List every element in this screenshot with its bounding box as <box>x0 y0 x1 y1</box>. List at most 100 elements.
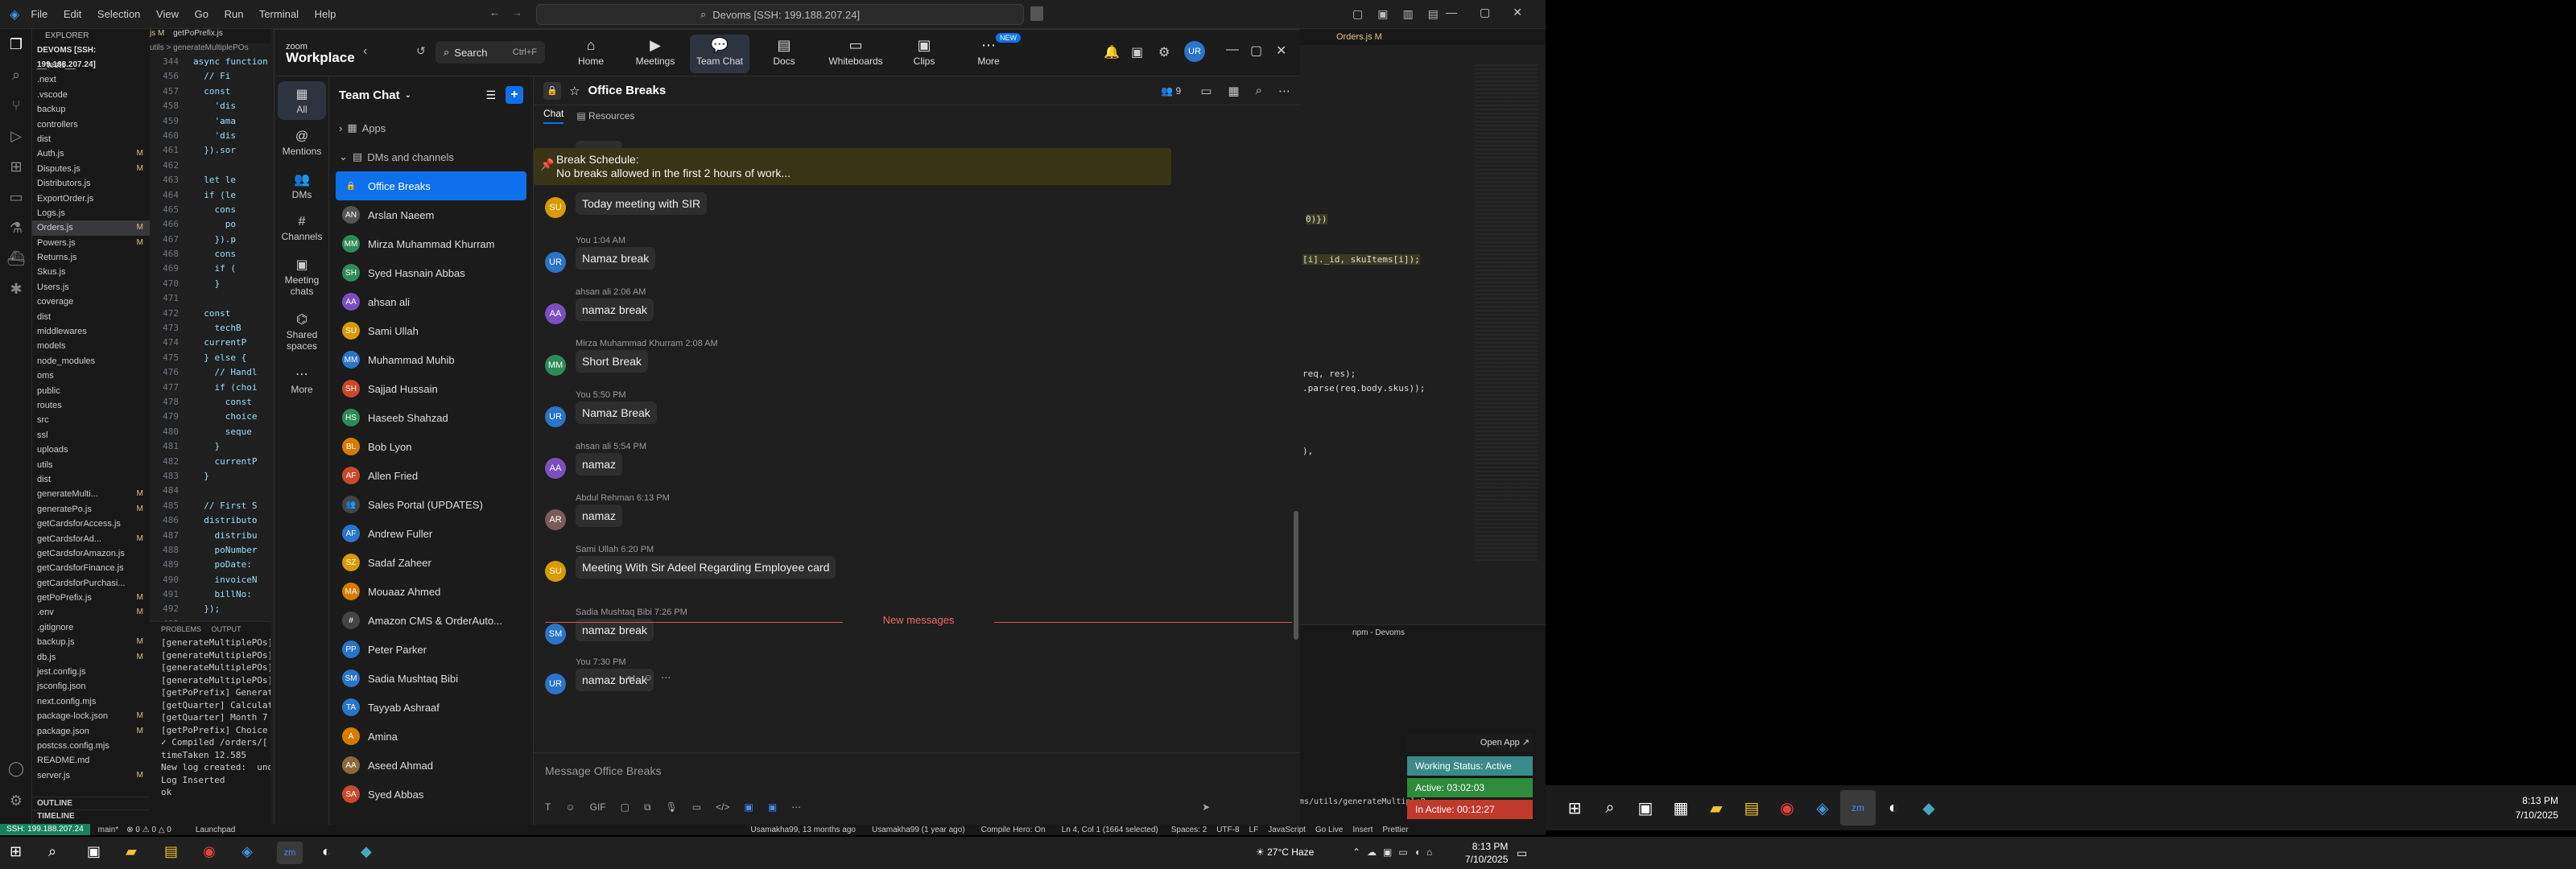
send-icon[interactable]: ➤ <box>1202 801 1210 813</box>
channel-item[interactable]: MM Mirza Muhammad Khurram <box>329 229 533 258</box>
app-icon[interactable]: ◆ <box>1911 790 1946 826</box>
file-tree-item[interactable]: getCardsforFinance.js <box>32 561 150 575</box>
file-tree-item[interactable]: Returns.js <box>32 250 150 265</box>
file-tree-item[interactable]: Auth.js M <box>32 146 150 161</box>
menu-help[interactable]: Help <box>315 8 336 20</box>
launchpad-label[interactable]: Launchpad <box>196 826 236 834</box>
store-icon[interactable]: ▤ <box>164 843 178 860</box>
file-tree-item[interactable]: .env M <box>32 605 150 620</box>
channel-item[interactable]: HS Haseeb Shahzad <box>329 403 533 432</box>
remote-explorer-icon[interactable]: ▭ <box>0 182 32 212</box>
run-debug-icon[interactable]: ▷ <box>0 121 32 151</box>
file-tree-item[interactable]: package-lock.json M <box>32 709 150 723</box>
breadcrumb[interactable]: utils > generateMultiplePOs <box>150 43 270 55</box>
file-explorer-icon[interactable]: ▰ <box>1699 790 1734 826</box>
branch-label[interactable]: main* <box>98 826 119 834</box>
chevron-down-icon[interactable]: ⌄ <box>405 91 411 100</box>
emoji-icon[interactable]: ☺ <box>565 801 575 813</box>
channel-item[interactable]: # Amazon CMS & OrderAuto... <box>329 606 533 635</box>
pinned-banner[interactable]: 📌 Break Schedule: No breaks allowed in t… <box>534 148 1171 185</box>
docker-icon[interactable]: ⛴ <box>0 243 32 274</box>
file-tree-item[interactable]: getCardsforAd... M <box>32 532 150 546</box>
explorer-icon[interactable]: ❐ <box>0 29 32 60</box>
close-icon[interactable]: ✕ <box>1276 43 1286 59</box>
output-tab[interactable]: OUTPUT <box>212 625 242 633</box>
tab-chat[interactable]: Chat <box>543 108 564 124</box>
channel-item[interactable]: 🔒 Office Breaks <box>336 171 526 200</box>
right-editor-tab[interactable]: Orders.js M <box>1288 29 1546 45</box>
file-tree-item[interactable]: next.config.mjs <box>32 694 150 709</box>
minimize-icon[interactable]: — <box>1226 43 1239 57</box>
channel-item[interactable]: MM Muhammad Muhib <box>329 345 533 374</box>
nav-team-chat[interactable]: 💬 Team Chat <box>690 35 749 73</box>
new-chat-button[interactable]: + <box>506 86 523 104</box>
file-tree-item[interactable]: getPoPrefix.js M <box>32 591 150 605</box>
zoom-icon[interactable]: zm <box>1840 790 1876 826</box>
file-tree-item[interactable]: Users.js <box>32 280 150 294</box>
task-view-icon[interactable]: ▣ <box>87 843 101 860</box>
menu-selection[interactable]: Selection <box>97 8 140 20</box>
menu-terminal[interactable]: Terminal <box>259 8 299 20</box>
calendar-icon[interactable]: ▦ <box>1228 84 1239 98</box>
file-tree-item[interactable]: backup.js M <box>32 635 150 649</box>
prettier[interactable]: Prettier <box>1382 826 1408 834</box>
filter-icon[interactable]: ☰ <box>485 89 496 102</box>
file-tree-item[interactable]: controllers <box>32 117 150 132</box>
avatar[interactable]: UR <box>1184 41 1205 62</box>
gear-icon[interactable]: ⚙ <box>0 785 32 816</box>
file-tree-item[interactable]: getCardsforAccess.js <box>32 517 150 531</box>
file-tree-item[interactable]: generatePo.js M <box>32 502 150 517</box>
channel-item[interactable]: SH Sajjad Hussain <box>329 374 533 403</box>
apps-section[interactable]: › ▦ Apps <box>329 113 533 142</box>
channel-item[interactable]: BL Bob Lyon <box>329 432 533 461</box>
rail-all[interactable]: ▦ All <box>278 81 326 120</box>
channel-item[interactable]: SU Sami Ullah <box>329 316 533 345</box>
chrome-icon[interactable]: ◉ <box>1769 790 1805 826</box>
file-tree-item[interactable]: .gitignore <box>32 620 150 635</box>
menu-go[interactable]: Go <box>195 8 208 20</box>
rail-mentions[interactable]: @ Mentions <box>278 125 326 162</box>
members-icon[interactable]: 👥 9 <box>1161 85 1181 97</box>
menu-view[interactable]: View <box>156 8 179 20</box>
nav-meetings[interactable]: ▶ Meetings <box>625 35 685 73</box>
file-tree-item[interactable]: public <box>32 384 150 398</box>
git-blame[interactable]: Usamakha99, 13 months ago <box>750 826 856 834</box>
remote-indicator[interactable]: SSH: 199.188.207.24 <box>0 824 90 835</box>
code-icon[interactable]: </> <box>716 801 729 813</box>
more-icon[interactable]: ⋯ <box>791 801 801 813</box>
editor-tab[interactable]: js M <box>150 29 164 38</box>
rail-dms[interactable]: 👥 DMs <box>278 167 326 205</box>
file-tree-item[interactable]: getCardsforPurchasi... <box>32 576 150 591</box>
file-tree-item[interactable]: uploads <box>32 443 150 457</box>
indentation[interactable]: Spaces: 2 <box>1171 826 1207 834</box>
language-mode[interactable]: JavaScript <box>1268 826 1306 834</box>
search-icon[interactable]: ⌕ <box>1592 790 1628 826</box>
rail-channels[interactable]: # Channels <box>278 210 326 247</box>
gif-button[interactable]: GIF <box>590 801 606 813</box>
menu-edit[interactable]: Edit <box>64 8 81 20</box>
start-icon[interactable]: ⊞ <box>10 843 22 860</box>
file-tree-item[interactable]: server.js M <box>32 768 150 783</box>
file-tree-item[interactable]: jsconfig.json <box>32 679 150 694</box>
rail-meeting-chats[interactable]: ▣ Meeting chats <box>278 252 326 302</box>
clock[interactable]: 8:13 PM 7/10/2025 <box>2516 793 2558 822</box>
scrollbar[interactable] <box>1294 511 1298 640</box>
channel-item[interactable]: 👥 Sales Portal (UPDATES) <box>329 490 533 519</box>
file-tree-item[interactable]: jest.config.js <box>32 665 150 679</box>
app-icon-2[interactable]: ▣ <box>768 801 777 813</box>
file-tree-item[interactable]: README.md <box>32 753 150 768</box>
app-icon[interactable]: ◆ <box>361 843 372 860</box>
eol[interactable]: LF <box>1249 826 1259 834</box>
file-tree-item[interactable]: getCardsforAmazon.js <box>32 546 150 561</box>
file-tree-item[interactable]: Orders.js M <box>32 220 150 236</box>
git-blame-line[interactable]: Usamakha99 (1 year ago) <box>872 826 965 834</box>
file-tree-item[interactable]: __tests__ <box>32 58 150 72</box>
screenshot-icon[interactable]: ⧉ <box>644 801 651 813</box>
file-tree-item[interactable]: ExportOrder.js <box>32 192 150 206</box>
file-tree-item[interactable]: dist <box>32 132 150 146</box>
file-tree-item[interactable]: postcss.config.mjs <box>32 739 150 753</box>
clock[interactable]: 8:13 PM 7/10/2025 <box>1465 840 1508 866</box>
cursor-position[interactable]: Ln 4, Col 1 (1664 selected) <box>1062 826 1158 834</box>
file-tree-item[interactable]: src <box>32 413 150 427</box>
terminal-label[interactable]: npm - Devoms <box>1352 628 1405 637</box>
